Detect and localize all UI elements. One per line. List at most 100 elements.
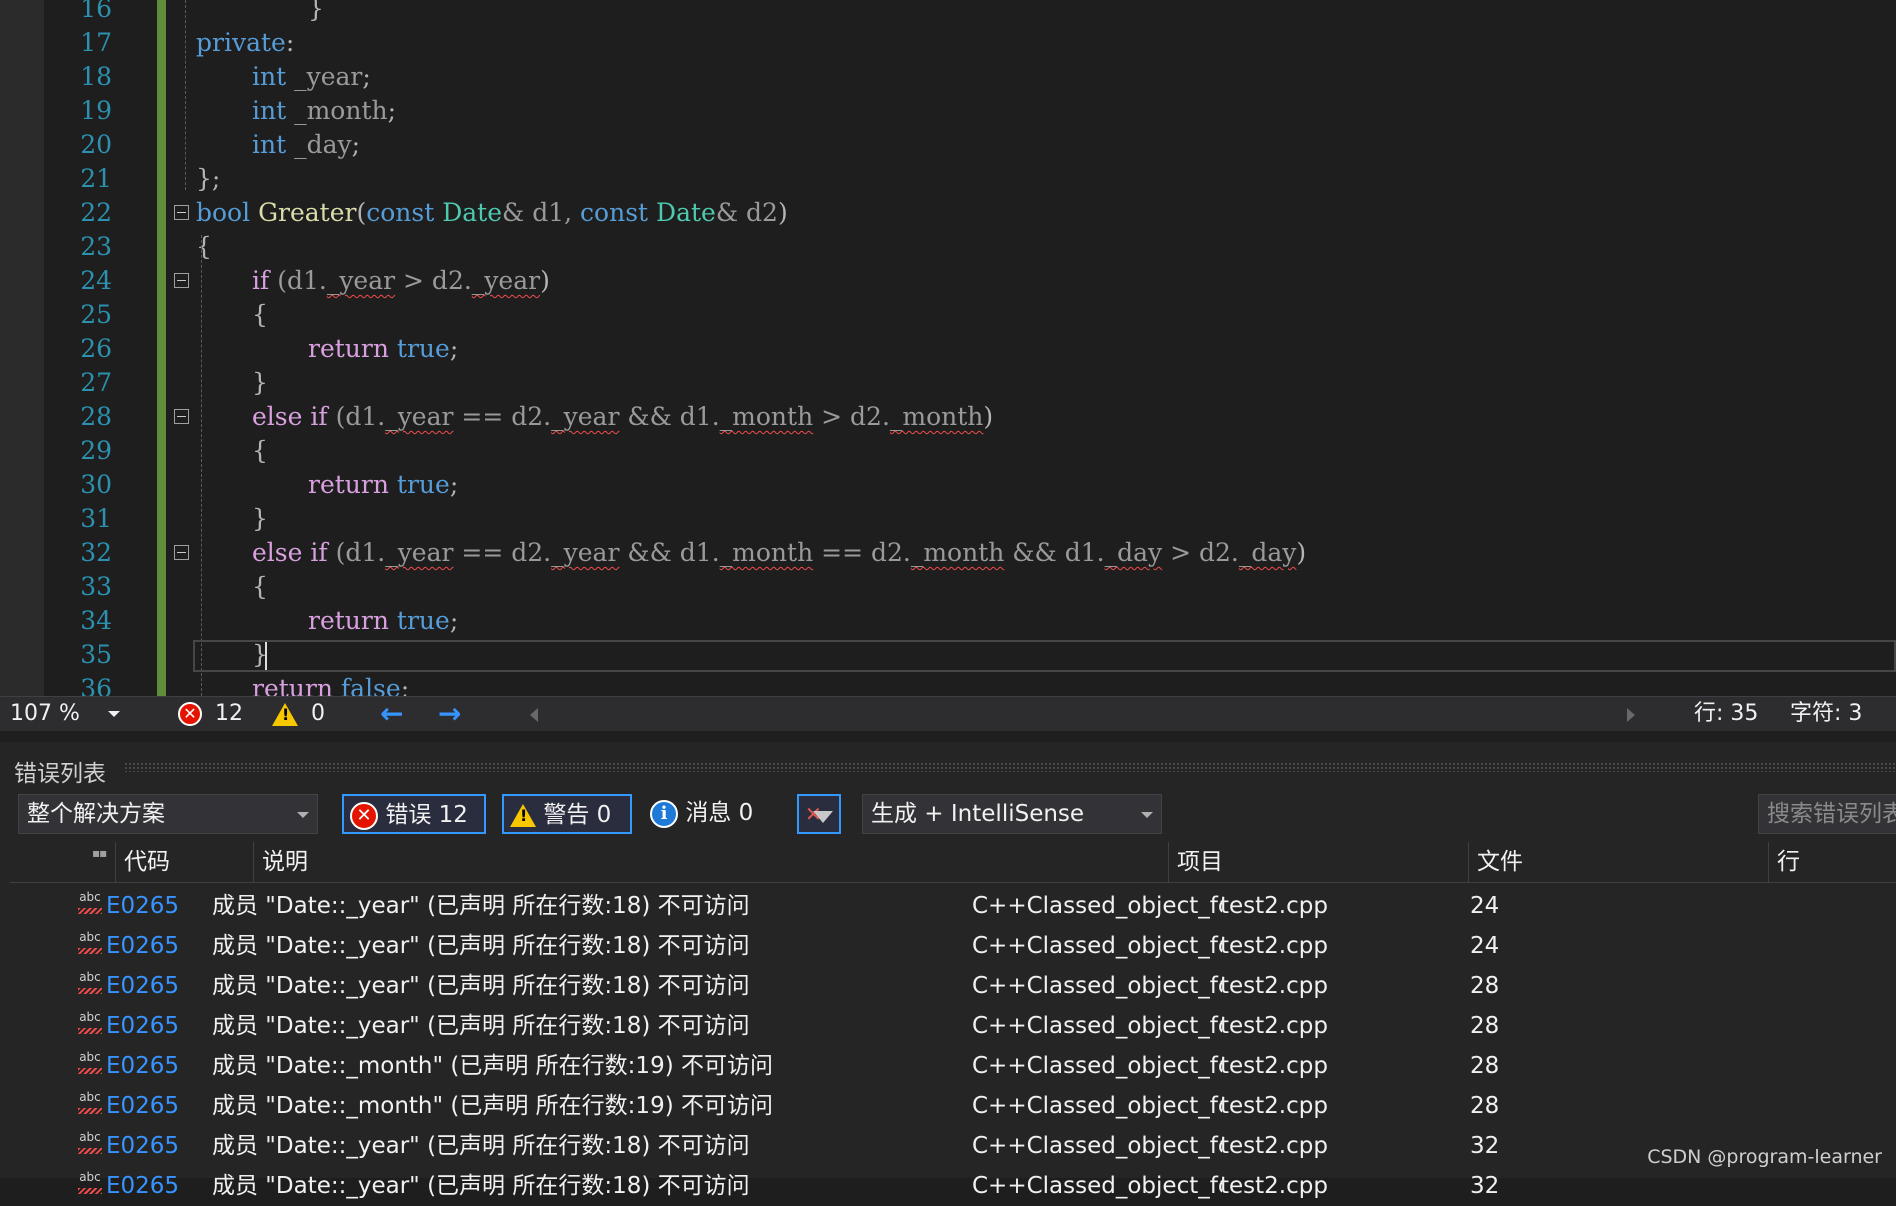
error-squiggle-token: _month <box>889 402 984 431</box>
code-line[interactable]: 27} <box>0 366 1896 400</box>
table-row[interactable]: abc E0265 成员 "Date::_year" (已声明 所在行数:18) 不… <box>10 926 1896 966</box>
collapse-region-icon[interactable] <box>174 409 189 424</box>
collapse-region-icon[interactable] <box>174 545 189 560</box>
code-text: bool Greater(const Date& d1, const Date&… <box>196 196 788 230</box>
table-row[interactable]: abc E0265 成员 "Date::_year" (已声明 所在行数:18) 不… <box>10 1166 1896 1206</box>
chevron-down-icon <box>297 812 309 818</box>
code-line[interactable]: 33 { <box>0 570 1896 604</box>
scope-dropdown[interactable]: 整个解决方案 <box>18 794 318 834</box>
intellisense-error-icon: abc <box>76 1170 104 1200</box>
table-row[interactable]: abc E0265 成员 "Date::_year" (已声明 所在行数:18) 不… <box>10 886 1896 926</box>
code-line[interactable]: 32 else if (d1._year == d2._year && d1._m… <box>0 536 1896 570</box>
scroll-right-icon[interactable] <box>1627 708 1635 722</box>
errors-toggle-button[interactable]: ✕ 错误 12 <box>342 794 486 834</box>
code-token: } <box>252 504 268 533</box>
errors-toggle-label: 错误 12 <box>385 802 468 828</box>
error-icon: ✕ <box>178 702 202 726</box>
panel-drag-grip[interactable] <box>124 762 1896 772</box>
messages-toggle-button[interactable]: i 消息 0 <box>650 794 770 834</box>
status-warnings[interactable]: ! 0 <box>272 697 325 731</box>
column-header-code[interactable]: 代码 <box>115 842 263 882</box>
source-dropdown[interactable]: 生成 + IntelliSense <box>862 794 1162 834</box>
code-line[interactable]: 16} <box>0 0 1896 26</box>
code-line[interactable]: 30 return true; <box>0 468 1896 502</box>
code-line[interactable]: 36 return false; <box>0 672 1896 696</box>
code-token: } <box>252 368 268 397</box>
code-token: if <box>310 402 328 431</box>
code-line[interactable]: 18 int _year; <box>0 60 1896 94</box>
error-line: 28 <box>1470 973 1500 999</box>
table-row[interactable]: abc E0265 成员 "Date::_year" (已声明 所在行数:18) 不… <box>10 1126 1896 1166</box>
error-squiggle-token: _year <box>551 402 620 431</box>
code-line[interactable]: 28 else if (d1._year == d2._year && d1._m… <box>0 400 1896 434</box>
code-line[interactable]: 34 return true; <box>0 604 1896 638</box>
status-errors[interactable]: ✕ 12 <box>178 697 243 731</box>
line-number: 27 <box>80 368 112 397</box>
code-line[interactable]: 17 private: <box>0 26 1896 60</box>
scroll-left-icon[interactable] <box>530 708 538 722</box>
watermark: CSDN @program-learner <box>1647 1146 1882 1168</box>
code-token: ; <box>449 606 459 635</box>
error-project: C++Classed_object_for_... <box>972 893 1222 919</box>
next-issue-arrow-icon[interactable]: → <box>438 697 461 731</box>
code-line[interactable]: 23 { <box>0 230 1896 264</box>
code-line[interactable]: 24 if (d1._year > d2._year) <box>0 264 1896 298</box>
column-chooser-icon[interactable]: ▪▪ <box>92 846 107 860</box>
code-token: else <box>252 402 303 431</box>
table-row[interactable]: abc E0265 成员 "Date::_year" (已声明 所在行数:18) 不… <box>10 1006 1896 1046</box>
info-icon: i <box>650 799 678 828</box>
intellisense-error-icon: abc <box>76 1090 104 1120</box>
error-project: C++Classed_object_for_... <box>972 1173 1222 1199</box>
code-text: return false; <box>252 672 409 696</box>
line-number: 32 <box>80 538 112 567</box>
column-header-file[interactable]: 文件 <box>1468 842 1768 882</box>
code-line[interactable]: 21}; <box>0 162 1896 196</box>
code-line[interactable]: 22 bool Greater(const Date& d1, const Dat… <box>0 196 1896 230</box>
previous-issue-arrow-icon[interactable]: ← <box>380 697 403 731</box>
code-line[interactable]: 26 return true; <box>0 332 1896 366</box>
intellisense-error-icon: abc <box>76 890 104 920</box>
zoom-dropdown-icon[interactable] <box>108 711 120 717</box>
code-text: int _month; <box>252 94 396 128</box>
column-header-description[interactable]: 说明 <box>253 842 1178 882</box>
table-row[interactable]: abc E0265 成员 "Date::_year" (已声明 所在行数:18) 不… <box>10 966 1896 1006</box>
error-file: test2.cpp <box>1220 1053 1328 1079</box>
code-line[interactable]: 29 { <box>0 434 1896 468</box>
line-number: 35 <box>80 640 112 669</box>
code-token: & d1, <box>502 198 581 227</box>
code-token: ; <box>400 674 410 696</box>
clear-filter-button[interactable]: ✕ <box>797 794 841 834</box>
code-token: return <box>308 606 389 635</box>
collapse-region-icon[interactable] <box>174 273 189 288</box>
code-line[interactable]: 20 int _day; <box>0 128 1896 162</box>
column-header-project[interactable]: 项目 <box>1168 842 1468 882</box>
zoom-level[interactable]: 107 % <box>10 697 80 731</box>
error-project: C++Classed_object_for_... <box>972 973 1222 999</box>
indent-guide <box>185 0 186 190</box>
code-token: int <box>252 96 287 125</box>
search-error-list-input[interactable]: 搜索错误列表 <box>1758 794 1896 834</box>
table-row[interactable]: abc E0265 成员 "Date::_month" (已声明 所在行数:19) … <box>10 1046 1896 1086</box>
code-text: int _day; <box>252 128 360 162</box>
code-line[interactable]: 19 int _month; <box>0 94 1896 128</box>
warnings-toggle-label: 警告 0 <box>543 802 612 828</box>
table-row[interactable]: abc E0265 成员 "Date::_month" (已声明 所在行数:19) … <box>10 1086 1896 1126</box>
status-error-count: 12 <box>215 701 243 726</box>
code-token: ; <box>449 470 459 499</box>
line-number: 36 <box>80 674 112 696</box>
collapse-region-icon[interactable] <box>174 205 189 220</box>
line-number: 26 <box>80 334 112 363</box>
warnings-toggle-button[interactable]: ! 警告 0 <box>502 794 632 834</box>
error-squiggle-token: _month <box>719 538 814 567</box>
code-editor[interactable]: 16} 17 private: 18 int _year; 19 int _month; 20… <box>0 0 1896 696</box>
code-line[interactable]: 31} <box>0 502 1896 536</box>
line-number: 21 <box>80 164 112 193</box>
code-token: true <box>396 606 450 635</box>
code-token: false <box>340 674 401 696</box>
column-header-line[interactable]: 行 <box>1768 842 1838 882</box>
code-line[interactable]: 25 { <box>0 298 1896 332</box>
error-icon: ✕ <box>350 801 378 830</box>
